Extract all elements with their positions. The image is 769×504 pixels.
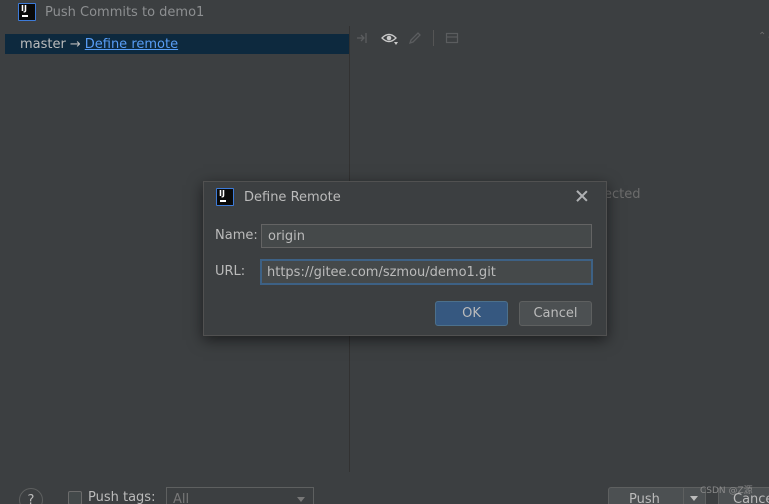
close-icon[interactable] <box>575 189 589 203</box>
window-titlebar: IJ Push Commits to demo1 <box>0 0 769 24</box>
no-commits-text: ected <box>604 187 641 202</box>
push-tags-label: Push tags: <box>88 490 156 504</box>
eye-icon[interactable] <box>381 30 398 46</box>
window-title: Push Commits to demo1 <box>45 4 205 20</box>
intellij-logo-icon: IJ <box>216 188 234 206</box>
cancel-button[interactable]: Cancel <box>519 301 592 326</box>
watermark-text: CSDN @Z源 <box>700 486 753 496</box>
remote-url-field[interactable]: https://gitee.com/szmou/demo1.git <box>260 259 593 285</box>
push-tags-option[interactable]: Push tags: <box>68 490 155 504</box>
chevron-down-icon <box>297 497 305 502</box>
define-remote-link[interactable]: Define remote <box>85 37 178 52</box>
logo-letters: IJ <box>21 4 27 13</box>
tags-dropdown-value: All <box>173 491 190 504</box>
dialog-titlebar: IJ Define Remote <box>204 182 606 212</box>
logo-letters: IJ <box>219 189 225 198</box>
layout-icon[interactable] <box>444 30 460 46</box>
arrow-merge-icon[interactable] <box>355 30 371 46</box>
branch-row[interactable]: master → Define remote <box>5 34 349 54</box>
remote-name-field[interactable]: origin <box>261 224 592 248</box>
push-button[interactable]: Push <box>608 487 684 504</box>
arrow-right-icon: → <box>69 36 81 52</box>
intellij-logo-icon: IJ <box>18 3 36 21</box>
remote-url-value: https://gitee.com/szmou/demo1.git <box>267 264 496 280</box>
push-tags-checkbox[interactable] <box>68 490 82 504</box>
name-label: Name: <box>215 228 258 243</box>
details-toolbar <box>355 28 470 48</box>
edit-icon[interactable] <box>407 30 423 46</box>
define-remote-dialog: IJ Define Remote Name: origin URL: https… <box>203 181 607 336</box>
dialog-title: Define Remote <box>244 189 341 205</box>
ok-button[interactable]: OK <box>435 301 508 326</box>
toolbar-separator <box>433 30 434 46</box>
tags-dropdown[interactable]: All <box>166 487 314 504</box>
sort-chevron-icon[interactable]: ⌃⌄ <box>758 31 769 42</box>
remote-name-value: origin <box>268 228 306 244</box>
url-label: URL: <box>215 264 246 279</box>
branch-name: master <box>20 36 66 52</box>
